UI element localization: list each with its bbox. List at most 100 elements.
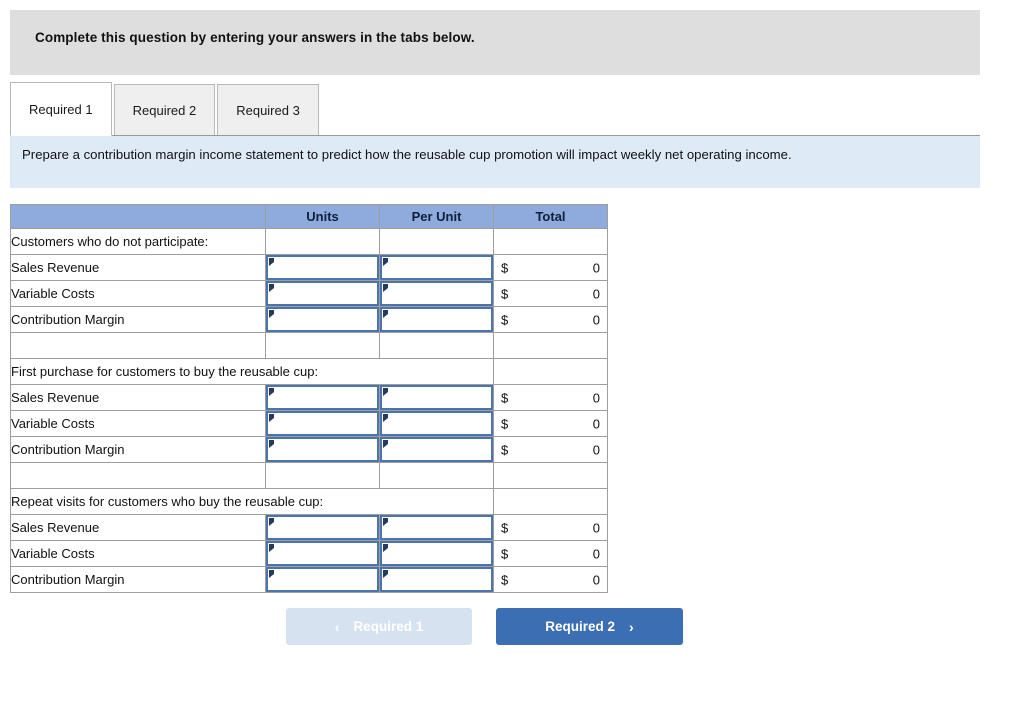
tab-label: Required 3	[236, 102, 300, 118]
instruction-banner: Complete this question by entering your …	[10, 10, 980, 75]
section-title: Customers who do not participate:	[10, 228, 266, 255]
per-unit-input[interactable]	[380, 411, 493, 436]
section-title-total-cell	[493, 358, 608, 385]
units-input[interactable]	[266, 541, 379, 566]
tab-required-3[interactable]: Required 3	[217, 84, 319, 136]
section-title-row: First purchase for customers to buy the …	[10, 358, 608, 385]
row-label: Sales Revenue	[10, 514, 266, 541]
per-unit-input[interactable]	[380, 385, 493, 410]
column-header-units: Units	[265, 204, 380, 229]
row-label: Contribution Margin	[10, 566, 266, 593]
units-input[interactable]	[266, 385, 379, 410]
total-cell: $0	[493, 254, 608, 281]
per-unit-cell[interactable]	[379, 254, 494, 281]
table-header-row: Units Per Unit Total	[10, 204, 608, 229]
currency-symbol: $	[501, 390, 509, 405]
total-value: 0	[592, 312, 600, 327]
spacer-label-cell	[10, 462, 266, 489]
tab-label: Required 2	[132, 102, 197, 118]
prev-required-button[interactable]: ‹ Required 1	[286, 608, 472, 645]
per-unit-cell[interactable]	[379, 436, 494, 463]
table-row: Contribution Margin $0	[10, 306, 608, 333]
section-title: First purchase for customers to buy the …	[10, 358, 494, 385]
section-title-units-cell	[265, 228, 380, 255]
total-value: 0	[592, 442, 600, 457]
currency-symbol: $	[501, 520, 509, 535]
section-title-row: Repeat visits for customers who buy the …	[10, 488, 608, 515]
section-title-per-unit-cell	[379, 228, 494, 255]
units-input[interactable]	[266, 281, 379, 306]
per-unit-cell[interactable]	[379, 566, 494, 593]
units-cell[interactable]	[265, 254, 380, 281]
per-unit-cell[interactable]	[379, 540, 494, 567]
units-cell[interactable]	[265, 280, 380, 307]
per-unit-input[interactable]	[380, 255, 493, 280]
total-value: 0	[592, 286, 600, 301]
row-label: Variable Costs	[10, 540, 266, 567]
units-cell[interactable]	[265, 384, 380, 411]
contribution-margin-table: Units Per Unit Total Customers who do no…	[10, 204, 608, 593]
spacer-total-cell	[493, 462, 608, 489]
chevron-left-icon: ‹	[334, 618, 340, 635]
units-cell[interactable]	[265, 566, 380, 593]
per-unit-cell[interactable]	[379, 514, 494, 541]
row-label: Variable Costs	[10, 410, 266, 437]
per-unit-input[interactable]	[380, 307, 493, 332]
units-cell[interactable]	[265, 306, 380, 333]
currency-symbol: $	[501, 416, 509, 431]
per-unit-cell[interactable]	[379, 410, 494, 437]
units-cell[interactable]	[265, 514, 380, 541]
units-cell[interactable]	[265, 410, 380, 437]
currency-symbol: $	[501, 546, 509, 561]
navigation-bar: ‹ Required 1 Required 2 ›	[0, 608, 1024, 650]
next-required-button[interactable]: Required 2 ›	[496, 608, 683, 645]
per-unit-input[interactable]	[380, 567, 493, 592]
spacer-units-cell	[265, 332, 380, 359]
spacer-per-unit-cell	[379, 462, 494, 489]
requirement-text: Prepare a contribution margin income sta…	[22, 147, 792, 162]
total-cell: $0	[493, 384, 608, 411]
requirement-banner: Prepare a contribution margin income sta…	[10, 136, 980, 188]
table-row: Variable Costs $0	[10, 280, 608, 307]
row-label: Contribution Margin	[10, 436, 266, 463]
units-cell[interactable]	[265, 540, 380, 567]
total-value: 0	[592, 260, 600, 275]
units-input[interactable]	[266, 411, 379, 436]
currency-symbol: $	[501, 312, 509, 327]
total-value: 0	[592, 520, 600, 535]
per-unit-input[interactable]	[380, 541, 493, 566]
per-unit-input[interactable]	[380, 437, 493, 462]
table-row: Contribution Margin $0	[10, 566, 608, 593]
row-label: Contribution Margin	[10, 306, 266, 333]
total-value: 0	[592, 390, 600, 405]
total-cell: $0	[493, 306, 608, 333]
total-cell: $0	[493, 410, 608, 437]
total-value: 0	[592, 572, 600, 587]
row-label: Variable Costs	[10, 280, 266, 307]
table-row: Sales Revenue $0	[10, 384, 608, 411]
tab-required-1[interactable]: Required 1	[10, 82, 112, 136]
row-label: Sales Revenue	[10, 254, 266, 281]
per-unit-input[interactable]	[380, 281, 493, 306]
units-input[interactable]	[266, 307, 379, 332]
tab-required-2[interactable]: Required 2	[113, 84, 216, 136]
table-header: Units Per Unit Total	[10, 204, 608, 229]
spacer-total-cell	[493, 332, 608, 359]
per-unit-cell[interactable]	[379, 384, 494, 411]
prev-required-label: Required 1	[353, 619, 424, 634]
currency-symbol: $	[501, 442, 509, 457]
table-row: Sales Revenue $0	[10, 254, 608, 281]
table-row: Variable Costs $0	[10, 410, 608, 437]
per-unit-input[interactable]	[380, 515, 493, 540]
tab-label: Required 1	[29, 101, 93, 117]
units-input[interactable]	[266, 515, 379, 540]
per-unit-cell[interactable]	[379, 306, 494, 333]
per-unit-cell[interactable]	[379, 280, 494, 307]
column-header-per-unit: Per Unit	[379, 204, 494, 229]
units-cell[interactable]	[265, 436, 380, 463]
units-input[interactable]	[266, 437, 379, 462]
currency-symbol: $	[501, 286, 509, 301]
table-row: Variable Costs $0	[10, 540, 608, 567]
units-input[interactable]	[266, 255, 379, 280]
units-input[interactable]	[266, 567, 379, 592]
